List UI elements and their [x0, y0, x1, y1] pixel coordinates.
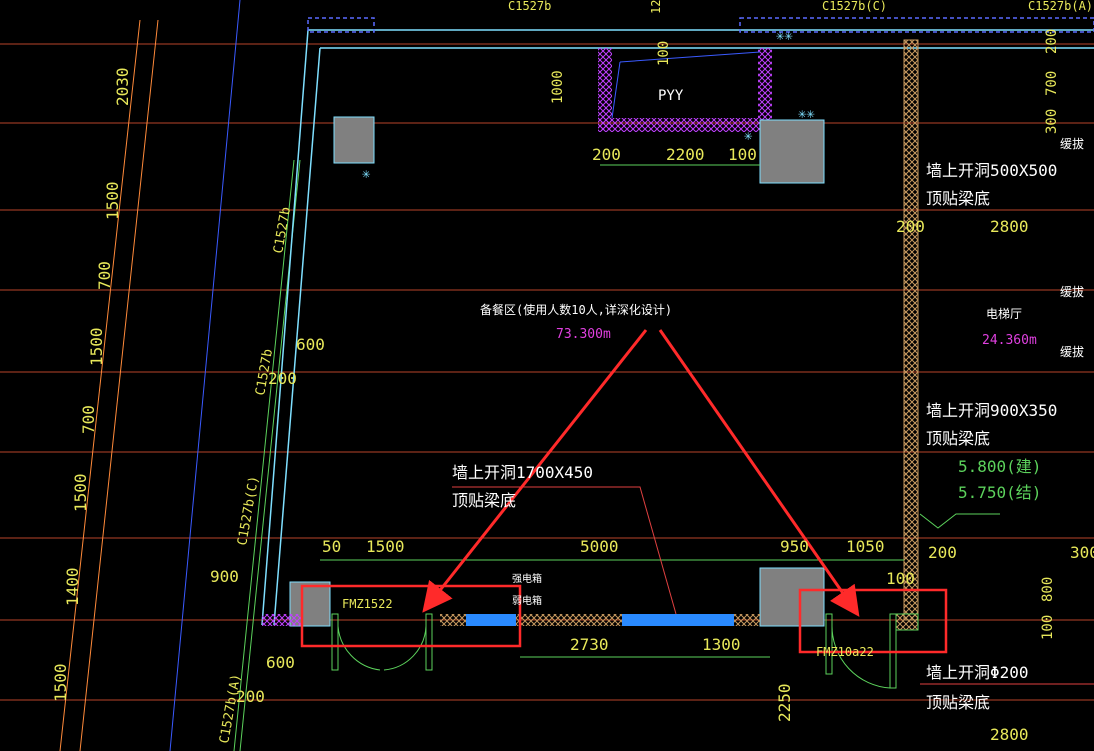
dim-950: 950 [780, 537, 809, 556]
door-label-right: FMZ10a22 [816, 645, 874, 659]
left-dim-1500-b: 1500 [87, 327, 106, 366]
top-window-label-c: C1527b(C) [822, 0, 887, 13]
note-opening-1700-line2: 顶贴梁底 [452, 491, 516, 510]
svg-text:✳✳: ✳✳ [798, 106, 815, 122]
dim-300-right: 300 [1044, 109, 1060, 134]
dim-1300: 1300 [702, 635, 741, 654]
room-main-level: 73.300m [556, 327, 611, 342]
side-label-b: 缓拔 [1060, 284, 1084, 299]
pyy-shaft [598, 48, 772, 132]
dim-2800-a: 2800 [990, 217, 1029, 236]
dim-2800-b: 2800 [990, 725, 1029, 744]
dim-2730: 2730 [570, 635, 609, 654]
note-opening-900-line1: 墙上开洞900X350 [926, 401, 1057, 420]
window-label-c1527b-a2: C1527b(A) [217, 673, 244, 745]
dim-900: 900 [210, 567, 239, 586]
level-structure: 5.750(结) [958, 483, 1041, 502]
dim-100-b: 100 [728, 145, 757, 164]
left-dimension-chain [59, 19, 159, 751]
dim-700-right: 700 [1044, 71, 1060, 96]
left-dim-700-b: 700 [79, 405, 98, 434]
dim-100-br: 100 [886, 569, 915, 588]
dim-2250: 2250 [775, 683, 794, 722]
cad-drawing-canvas[interactable]: C1527b 12 C1527b(C) C1527b(A) PYY 100 10… [0, 0, 1094, 751]
room-elevator-name: 电梯厅 [986, 307, 1022, 321]
blue-axis-line [169, 0, 241, 751]
window-dim-200: 200 [268, 369, 297, 388]
dim-1050: 1050 [846, 537, 885, 556]
note-opening-500-line1: 墙上开洞500X500 [926, 161, 1057, 180]
dim-100-far: 100 [1040, 615, 1056, 640]
left-dim-1500-d: 1500 [51, 663, 70, 702]
dim-100-top: 100 [656, 41, 672, 66]
room-main-name: 备餐区(使用人数10人,详深化设计) [480, 302, 672, 317]
room-elevator-level: 24.360m [982, 333, 1037, 348]
exterior-wall [261, 17, 1094, 626]
top-dim-12: 12 [649, 0, 663, 14]
note-opening-phi200-line2: 顶贴梁底 [926, 693, 990, 712]
dim-200-br: 200 [928, 543, 957, 562]
elevation-marker [919, 513, 1000, 529]
left-dim-1500-c: 1500 [71, 473, 90, 512]
dim-50: 50 [322, 537, 341, 556]
panel-label-strong: 强电箱 [512, 572, 542, 585]
dim-300-far: 300 [1070, 543, 1094, 562]
level-building: 5.800(建) [958, 457, 1041, 476]
note-opening-500-line2: 顶贴梁底 [926, 189, 990, 208]
dim-200-r: 200 [896, 217, 925, 236]
top-window-label-a: C1527b(A) [1028, 0, 1093, 13]
svg-text:✳: ✳ [362, 166, 371, 182]
grid-lines [0, 43, 1094, 701]
dim-600-b: 600 [266, 653, 295, 672]
pyy-label: PYY [658, 88, 684, 104]
dim-200-right-top: 200 [1044, 29, 1060, 54]
note-opening-900-line2: 顶贴梁底 [926, 429, 990, 448]
svg-text:✳: ✳ [744, 128, 753, 144]
svg-text:✳✳: ✳✳ [776, 28, 793, 44]
dim-600-a: 600 [296, 335, 325, 354]
dim-2200: 2200 [666, 145, 705, 164]
left-dim-1400: 1400 [63, 567, 82, 606]
dim-200-bl: 200 [236, 687, 265, 706]
note-opening-phi200-line1: 墙上开洞Φ200 [926, 663, 1029, 682]
right-interior-wall [903, 39, 919, 621]
door-label-left: FMZ1522 [342, 597, 393, 611]
left-dim-1500-a: 1500 [103, 181, 122, 220]
dim-1500-bottom: 1500 [366, 537, 405, 556]
dim-200-a: 200 [592, 145, 621, 164]
side-label-c: 缓拔 [1060, 344, 1084, 359]
dim-5000: 5000 [580, 537, 619, 556]
side-label-a: 缓拔 [1060, 136, 1084, 151]
dim-800-far: 800 [1040, 577, 1056, 602]
note-opening-1700-line1: 墙上开洞1700X450 [452, 463, 593, 482]
left-dim-700-a: 700 [95, 261, 114, 290]
top-window-label-1: C1527b [508, 0, 551, 13]
panel-label-weak: 弱电箱 [512, 594, 542, 607]
dim-1000: 1000 [550, 70, 566, 104]
left-dim-2030: 2030 [113, 67, 132, 106]
floor-plan-svg[interactable]: C1527b 12 C1527b(C) C1527b(A) PYY 100 10… [0, 0, 1094, 751]
